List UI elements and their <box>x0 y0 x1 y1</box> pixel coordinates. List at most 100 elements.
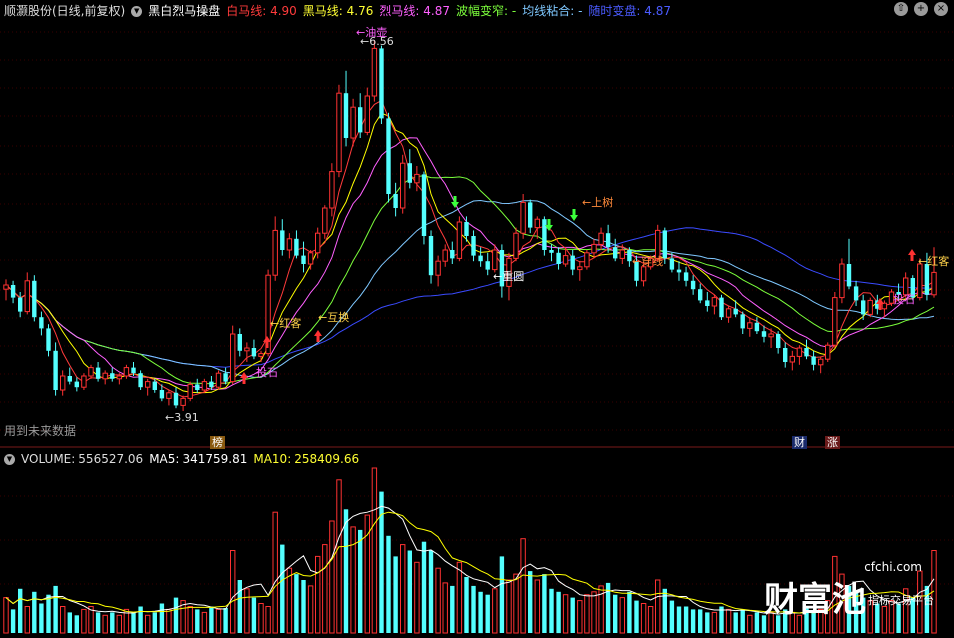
volume-dropdown-icon[interactable]: ▼ <box>4 454 15 465</box>
volume-bar <box>138 606 143 633</box>
candle-body <box>584 252 590 268</box>
volume-bar <box>265 606 271 634</box>
red-line <box>5 99 935 398</box>
candle-body <box>627 250 632 262</box>
volume-bar <box>280 544 285 633</box>
volume-bar <box>32 591 37 634</box>
candle-body <box>456 221 463 259</box>
candle-body <box>223 373 228 382</box>
volume-bar <box>95 612 101 633</box>
candle-body <box>95 367 101 379</box>
candle-body <box>669 258 675 270</box>
volume-bar <box>485 594 490 633</box>
sell-arrow-icon <box>570 209 578 221</box>
candle-body <box>46 328 51 351</box>
badge-rise[interactable]: 涨 <box>825 436 840 449</box>
candle-body <box>619 249 625 259</box>
candle-body <box>662 230 667 259</box>
volume-label[interactable]: VOLUME: <box>21 452 75 466</box>
candle-body <box>640 266 647 282</box>
candle-body <box>485 261 490 270</box>
candle-body <box>698 289 703 301</box>
candle-body <box>492 249 498 271</box>
candle-body <box>173 392 179 406</box>
ma10-label: MA10: <box>253 452 292 466</box>
candle-body <box>138 373 143 388</box>
candle-body <box>24 280 31 313</box>
candle-body <box>428 236 434 276</box>
candle-body <box>322 207 328 234</box>
add-icon[interactable]: + <box>914 2 928 16</box>
ma5-value: 341759.81 <box>182 452 248 466</box>
volume-bar <box>562 594 569 634</box>
candle-body <box>613 247 618 259</box>
candle-body <box>18 297 23 312</box>
candle-body <box>832 297 838 346</box>
candle-body <box>251 348 257 357</box>
annotation-label: ←重圆 <box>493 269 524 283</box>
candle-body <box>414 173 420 184</box>
candle-body <box>201 381 208 391</box>
volume-bar <box>272 511 278 634</box>
buy-arrow-icon <box>240 372 248 384</box>
candle-body <box>280 230 285 250</box>
stock-title[interactable]: 顺灏股份(日线,前复权) <box>4 4 125 18</box>
candle-body <box>783 348 788 362</box>
candle-body <box>719 297 724 318</box>
candle-body <box>534 218 540 229</box>
volume-bar <box>520 538 526 634</box>
volume-bar <box>591 591 597 634</box>
volume-bar <box>464 577 469 633</box>
ma5-label: MA5: <box>149 452 180 466</box>
volume-bar <box>634 600 639 633</box>
indicator-name[interactable]: 黑白烈马操盘 <box>148 4 220 18</box>
candle-body <box>195 384 200 390</box>
volume-bar <box>74 615 79 633</box>
close-icon[interactable]: × <box>934 2 948 16</box>
candle-body <box>386 118 391 194</box>
volume-bar <box>528 571 533 633</box>
candle-body <box>358 107 363 133</box>
magenta-line <box>5 137 935 390</box>
annotation-label: ←6.56 <box>360 35 394 48</box>
narrow-value: - <box>511 4 517 18</box>
volume-bar <box>407 550 412 633</box>
maximize-icon[interactable]: ⇧ <box>894 2 908 16</box>
volume-bar <box>456 561 463 634</box>
candle-body <box>215 372 222 388</box>
volume-bar <box>613 594 618 633</box>
candle-body <box>591 243 597 254</box>
volume-bar <box>315 555 321 634</box>
volume-bar <box>244 588 250 634</box>
candle-body <box>733 308 738 315</box>
volume-bar <box>513 573 519 634</box>
candle-body <box>598 232 604 245</box>
volume-bar <box>556 591 561 634</box>
volume-bar <box>201 611 208 634</box>
watermark-sub: 指标交易平台 <box>868 594 934 607</box>
badge-finance[interactable]: 财 <box>792 436 807 449</box>
volume-bar <box>294 574 299 633</box>
candle-body <box>676 269 682 273</box>
volume-bar <box>414 561 420 634</box>
volume-bar <box>145 614 151 634</box>
volume-bar <box>67 612 72 633</box>
light-blue-line <box>5 199 935 378</box>
candle-body <box>32 280 37 318</box>
candle-body <box>867 299 873 315</box>
candle-body <box>400 162 406 209</box>
volume-bar <box>499 556 505 633</box>
future-data-note: 用到未来数据 <box>4 424 77 438</box>
grid-lines <box>0 31 954 585</box>
volume-bar <box>237 580 242 633</box>
badge-list[interactable]: 榜 <box>210 436 225 449</box>
black-line-value: 4.76 <box>346 4 374 18</box>
annotation-label: ←穿线 <box>632 254 663 268</box>
volume-bar <box>450 585 455 633</box>
candle-body <box>562 255 569 265</box>
volume-bar <box>676 606 682 633</box>
watermark-site: cfchi.com <box>864 560 922 574</box>
indicator-dropdown-icon[interactable]: ▼ <box>131 6 143 17</box>
candle-body <box>931 271 937 296</box>
candle-body <box>690 280 696 290</box>
